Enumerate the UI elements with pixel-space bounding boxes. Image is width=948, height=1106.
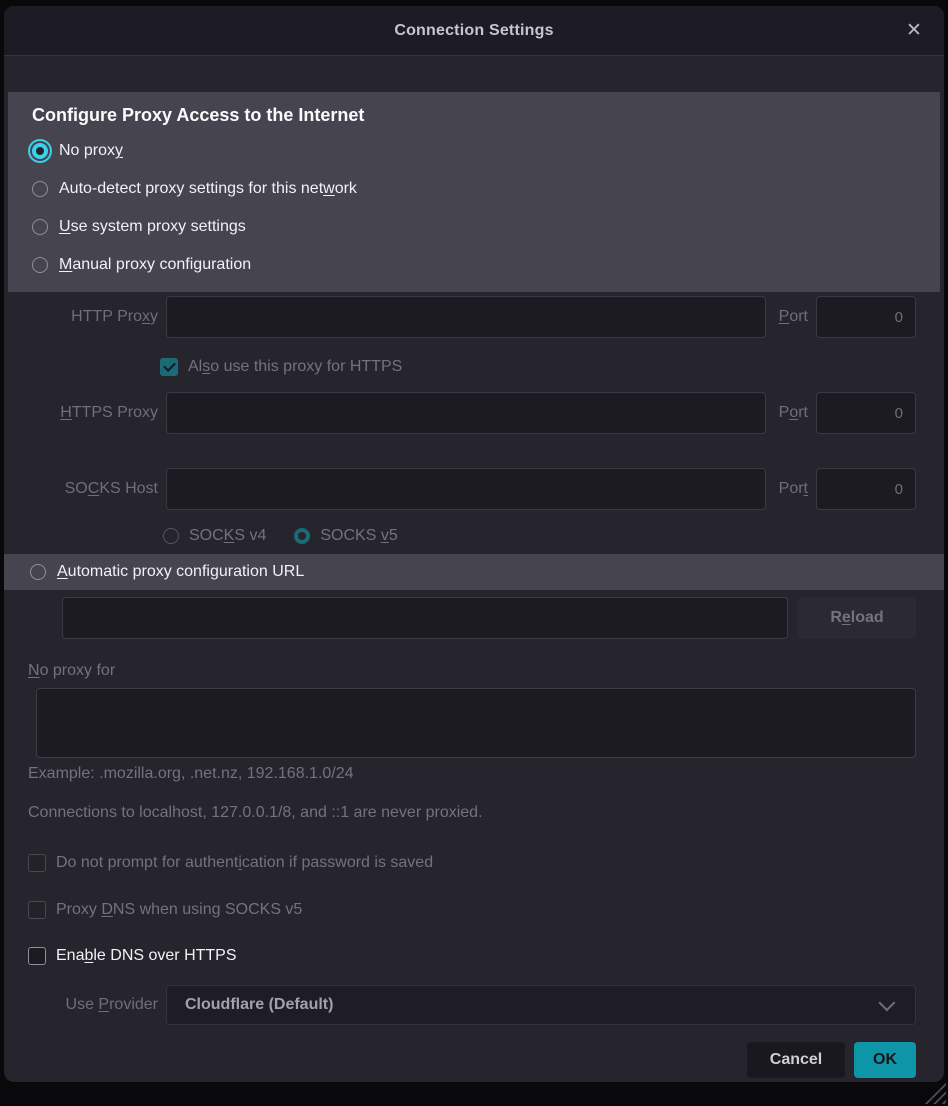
radio-option-no-proxy[interactable]: No proxy [32, 132, 916, 170]
also-https-checkbox-row[interactable]: Also use this proxy for HTTPS [160, 356, 402, 378]
cancel-button[interactable]: Cancel [747, 1042, 845, 1078]
auto-detect-radio-icon [32, 181, 48, 197]
https-port-label: Port [779, 404, 808, 422]
window-background: { "window": { "title": "Connection Setti… [0, 0, 948, 1106]
proxy-dns-checkbox-row[interactable]: Proxy DNS when using SOCKS v5 [28, 899, 302, 921]
also-https-checkbox-icon [160, 358, 178, 376]
manual-proxy-radio-icon [32, 257, 48, 273]
https-proxy-input[interactable] [166, 392, 766, 434]
no-prompt-auth-checkbox-icon [28, 854, 46, 872]
socks-v5-label: SOCKS v5 [320, 527, 397, 545]
doh-provider-row: Use Provider Cloudflare (Default) [18, 985, 916, 1025]
auto-detect-label: Auto-detect proxy settings for this netw… [59, 180, 357, 198]
radio-option-auto-detect[interactable]: Auto-detect proxy settings for this netw… [32, 170, 916, 208]
auto-config-url-row: Reload [62, 597, 916, 639]
no-proxy-radio-icon [32, 143, 48, 159]
proxy-dns-checkbox-icon [28, 901, 46, 919]
socks-host-label: SOCKS Host [18, 480, 158, 498]
doh-provider-value: Cloudflare (Default) [185, 996, 333, 1014]
system-proxy-radio-icon [32, 219, 48, 235]
reload-button[interactable]: Reload [798, 597, 916, 639]
reload-label: Reload [830, 609, 883, 626]
socks-host-input[interactable] [166, 468, 766, 510]
doh-provider-select[interactable]: Cloudflare (Default) [166, 985, 916, 1025]
ok-button[interactable]: OK [854, 1042, 916, 1078]
https-port-input[interactable] [816, 392, 916, 434]
proxy-options-panel: Configure Proxy Access to the Internet N… [8, 92, 940, 292]
http-port-input[interactable] [816, 296, 916, 338]
no-prompt-auth-label: Do not prompt for authentication if pass… [56, 854, 433, 872]
enable-doh-checkbox-row[interactable]: Enable DNS over HTTPS [28, 945, 237, 967]
panel-heading: Configure Proxy Access to the Internet [32, 105, 916, 126]
use-provider-label: Use Provider [18, 996, 158, 1014]
http-proxy-label: HTTP Proxy [18, 308, 158, 326]
window-resize-grip[interactable] [924, 1082, 946, 1104]
socks-host-row: SOCKS Host Port [18, 468, 916, 510]
socks-v4-radio-icon [163, 528, 179, 544]
no-proxy-label: No proxy [59, 142, 123, 160]
no-prompt-auth-checkbox-row[interactable]: Do not prompt for authentication if pass… [28, 852, 433, 874]
also-https-label: Also use this proxy for HTTPS [188, 358, 402, 376]
localhost-note-text: Connections to localhost, 127.0.0.1/8, a… [28, 804, 483, 822]
no-proxy-for-textarea[interactable] [36, 688, 916, 758]
dialog-footer: Cancel OK [747, 1042, 916, 1078]
socks-port-input[interactable] [816, 468, 916, 510]
close-icon: ✕ [906, 20, 922, 41]
connection-settings-dialog: Connection Settings ✕ Configure Proxy Ac… [4, 6, 944, 1082]
no-proxy-for-label: No proxy for [28, 662, 115, 680]
http-port-label: Port [779, 308, 808, 326]
socks-v4-label: SOCKS v4 [189, 527, 266, 545]
dialog-title: Connection Settings [394, 22, 553, 40]
http-proxy-row: HTTP Proxy Port [18, 296, 916, 338]
enable-doh-label: Enable DNS over HTTPS [56, 947, 237, 965]
enable-doh-checkbox-icon [28, 947, 46, 965]
no-proxy-example-text: Example: .mozilla.org, .net.nz, 192.168.… [28, 765, 354, 783]
auto-config-radio-icon [30, 564, 46, 580]
system-proxy-label: Use system proxy settings [59, 218, 246, 236]
http-proxy-input[interactable] [166, 296, 766, 338]
chevron-down-icon [878, 994, 895, 1011]
dialog-titlebar: Connection Settings ✕ [4, 6, 944, 56]
radio-option-socks-v5[interactable]: SOCKS v5 [294, 527, 397, 545]
radio-option-manual-proxy[interactable]: Manual proxy configuration [32, 246, 916, 284]
auto-config-label: Automatic proxy configuration URL [57, 563, 304, 581]
https-proxy-row: HTTPS Proxy Port [18, 392, 916, 434]
radio-option-system-proxy[interactable]: Use system proxy settings [32, 208, 916, 246]
https-proxy-label: HTTPS Proxy [18, 404, 158, 422]
radio-option-socks-v4[interactable]: SOCKS v4 [163, 527, 266, 545]
socks-port-label: Port [779, 480, 808, 498]
close-button[interactable]: ✕ [900, 17, 928, 45]
socks-version-row: SOCKS v4 SOCKS v5 [163, 524, 398, 548]
auto-config-url-input[interactable] [62, 597, 788, 639]
proxy-dns-label: Proxy DNS when using SOCKS v5 [56, 901, 302, 919]
radio-option-auto-config-url[interactable]: Automatic proxy configuration URL [4, 554, 944, 590]
manual-proxy-label: Manual proxy configuration [59, 256, 251, 274]
socks-v5-radio-icon [294, 528, 310, 544]
